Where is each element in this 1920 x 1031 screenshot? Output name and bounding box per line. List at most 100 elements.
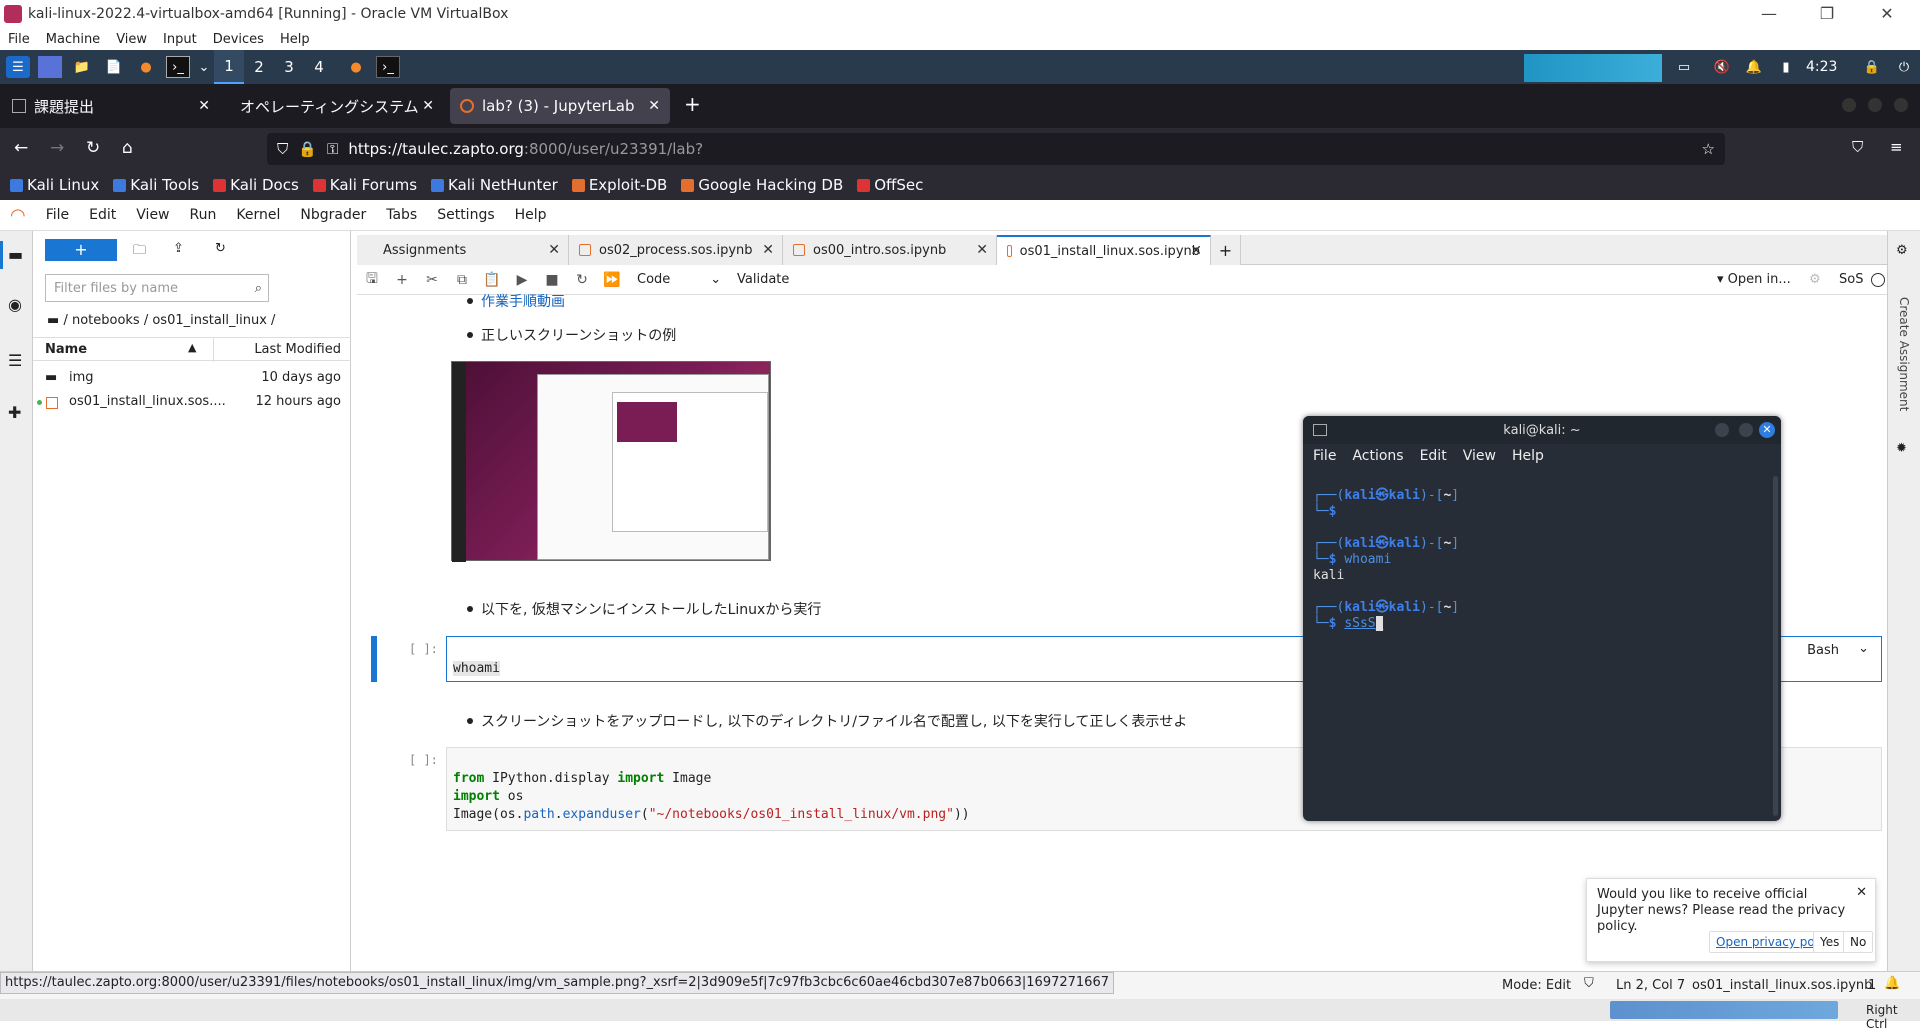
clock[interactable]: 4:23 (1806, 59, 1837, 75)
minimize-icon[interactable]: — (1746, 0, 1792, 28)
window-dot-icon[interactable] (1894, 98, 1908, 112)
power-icon[interactable]: ⏻ (1892, 56, 1916, 78)
sort-icon[interactable]: ▲ (188, 341, 196, 354)
close-tab-icon[interactable]: ✕ (548, 242, 560, 258)
bell-icon[interactable]: 🔔 (1742, 56, 1766, 78)
term-menu-file[interactable]: File (1313, 448, 1336, 464)
pocket-icon[interactable]: ⛉ (1852, 138, 1863, 156)
term-menu-actions[interactable]: Actions (1352, 448, 1403, 464)
home-icon[interactable]: ⌂ (122, 138, 133, 158)
workspace-4[interactable]: 4 (304, 50, 334, 84)
bookmark[interactable]: OffSec (857, 176, 923, 194)
tab-os00[interactable]: os00_intro.sos.ipynb ✕ (783, 235, 997, 265)
battery-icon[interactable]: ▮ (1774, 56, 1798, 78)
browser-tab-active[interactable]: lab? (3) - JupyterLab ✕ (450, 88, 670, 124)
lock-icon[interactable]: 🔒 (298, 140, 317, 158)
tab-os01[interactable]: os01_install_linux.sos.ipynb ✕ (997, 235, 1211, 265)
add-cell-icon[interactable]: + (387, 272, 417, 288)
breadcrumb[interactable]: ▬ / notebooks / os01_install_linux / (47, 313, 275, 328)
workspace-1[interactable]: 1 (214, 50, 244, 84)
notification-count[interactable]: 1 (1868, 978, 1876, 993)
file-row[interactable]: ▬ img 10 days ago (33, 367, 351, 391)
cell-type-select[interactable]: Code ⌄ (637, 272, 727, 287)
back-icon[interactable]: ← (14, 138, 28, 158)
terminal-output[interactable]: ┌──(kali㉿kali)-[~] └─$ ┌──(kali㉿kali)-[~… (1303, 468, 1781, 632)
bookmark[interactable]: Google Hacking DB (681, 176, 843, 194)
reload-icon[interactable]: ↻ (86, 138, 100, 158)
app-menu-icon[interactable]: ≡ (1890, 138, 1903, 156)
display-icon[interactable]: ▭ (1672, 56, 1696, 78)
save-icon[interactable]: 🖫 (357, 268, 387, 292)
file-row[interactable]: os01_install_linux.sos.... 12 hours ago (33, 391, 351, 415)
terminal-icon[interactable]: ›_ (166, 56, 190, 78)
extension-icon[interactable]: ✚ (8, 403, 21, 422)
cursor-position[interactable]: Ln 2, Col 7 (1616, 978, 1685, 993)
create-assignment-tab[interactable]: Create Assignment (1897, 297, 1911, 411)
close-tab-icon[interactable]: ✕ (422, 98, 434, 114)
bookmark[interactable]: Kali Linux (10, 176, 99, 194)
taskbar-terminal-icon[interactable]: ›_ (376, 56, 400, 78)
new-tab-icon[interactable]: + (684, 92, 701, 116)
tab-os02[interactable]: os02_process.sos.ipynb ✕ (569, 235, 783, 265)
bookmark[interactable]: Kali Docs (213, 176, 299, 194)
jmenu-kernel[interactable]: Kernel (226, 207, 290, 223)
paste-icon[interactable]: 📋 (477, 272, 507, 288)
jmenu-help[interactable]: Help (505, 207, 557, 223)
running-icon[interactable]: ◉ (8, 295, 22, 314)
maximize-icon[interactable] (1739, 423, 1753, 437)
workspace-2[interactable]: 2 (244, 50, 274, 84)
chevron-down-icon[interactable]: ⌄ (198, 56, 210, 78)
term-menu-edit[interactable]: Edit (1420, 448, 1447, 464)
close-icon[interactable]: ✕ (1856, 885, 1867, 900)
debugger-icon[interactable]: ✹ (1896, 441, 1907, 456)
lock-icon[interactable]: 🔒 (1860, 56, 1884, 78)
files-icon[interactable]: 📁 (70, 56, 94, 78)
close-tab-icon[interactable]: ✕ (762, 242, 774, 258)
workspace-3[interactable]: 3 (274, 50, 304, 84)
bookmark-star-icon[interactable]: ☆ (1702, 140, 1715, 158)
text-editor-icon[interactable]: 📄 (102, 56, 126, 78)
toc-icon[interactable]: ☰ (8, 351, 22, 370)
vbox-menu-view[interactable]: View (108, 32, 155, 47)
url-bar[interactable]: ⛉ 🔒 ⚿ https://taulec.zapto.org:8000/user… (267, 133, 1725, 165)
new-launcher-button[interactable]: + (45, 239, 117, 261)
run-icon[interactable]: ▶ (507, 272, 537, 288)
close-tab-icon[interactable]: ✕ (648, 98, 660, 114)
window-dot-icon[interactable] (1868, 98, 1882, 112)
col-name[interactable]: Name (45, 342, 87, 357)
folder-icon[interactable]: ▬ (8, 245, 23, 264)
fast-forward-icon[interactable]: ⏩ (597, 272, 627, 288)
copy-icon[interactable]: ⧉ (447, 272, 477, 288)
new-folder-icon[interactable]: 🗀 (133, 241, 146, 263)
desktop-icon[interactable] (38, 56, 62, 78)
kernel-name[interactable]: SoS (1839, 272, 1863, 287)
taskbar-firefox-icon[interactable]: ● (344, 56, 368, 78)
validate-button[interactable]: Validate (737, 272, 789, 287)
vbox-menu-devices[interactable]: Devices (205, 32, 272, 47)
close-tab-icon[interactable]: ✕ (1190, 243, 1202, 259)
jmenu-file[interactable]: File (36, 207, 79, 223)
minimize-icon[interactable] (1715, 423, 1729, 437)
bell-icon[interactable]: 🔔 (1884, 976, 1900, 991)
tab-assignments[interactable]: Assignments ✕ (357, 235, 569, 265)
vbox-menu-machine[interactable]: Machine (38, 32, 108, 47)
close-icon[interactable]: ✕ (1864, 0, 1910, 28)
vbox-device-icons[interactable] (1610, 1001, 1838, 1019)
bookmark[interactable]: Kali Forums (312, 176, 417, 194)
stop-icon[interactable]: ■ (537, 272, 567, 288)
forward-icon[interactable]: → (50, 138, 64, 158)
close-tab-icon[interactable]: ✕ (976, 242, 988, 258)
mute-icon[interactable]: 🔇 (1710, 56, 1734, 78)
video-link[interactable]: 作業手順動画 (467, 291, 565, 311)
scrollbar[interactable] (1773, 476, 1778, 816)
property-inspector-icon[interactable]: ⚙ (1896, 243, 1908, 258)
term-menu-help[interactable]: Help (1512, 448, 1544, 464)
filter-input[interactable]: Filter files by name ⌕ (45, 274, 269, 302)
jmenu-settings[interactable]: Settings (427, 207, 504, 223)
chevron-down-icon[interactable]: ⌄ (1858, 641, 1869, 656)
browser-tab[interactable]: オペレーティングシステム: 演 ✕ (224, 88, 444, 124)
bookmark[interactable]: Kali Tools (113, 176, 199, 194)
vbox-menu-file[interactable]: File (0, 32, 38, 47)
col-modified[interactable]: Last Modified (254, 342, 341, 357)
restore-icon[interactable]: ❐ (1804, 0, 1850, 28)
